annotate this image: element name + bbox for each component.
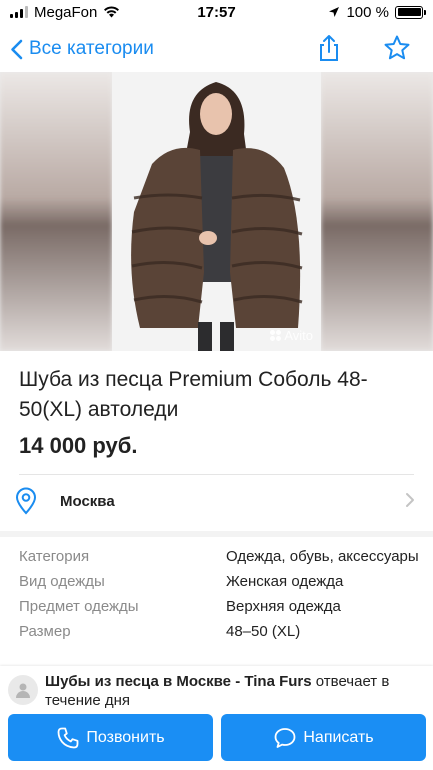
share-button[interactable] <box>315 34 343 62</box>
param-value: 48–50 (XL) <box>226 623 301 640</box>
photo-gallery[interactable]: Avito <box>0 72 433 351</box>
avatar <box>8 675 38 705</box>
param-row: Размер 48–50 (XL) <box>19 621 419 643</box>
clock: 17:57 <box>197 3 236 21</box>
bottom-action-bar: Шубы из песца в Москве - Tina Furs отвеч… <box>0 666 433 770</box>
write-button-label: Написать <box>303 728 374 746</box>
photo-watermark: Avito <box>270 328 313 343</box>
back-label: Все категории <box>29 38 154 59</box>
param-value: Верхняя одежда <box>226 598 341 615</box>
chevron-left-icon <box>11 39 23 59</box>
status-right: 100 % <box>328 3 426 21</box>
param-key: Предмет одежды <box>19 598 139 615</box>
write-button[interactable]: Написать <box>221 714 426 761</box>
status-left: MegaFon <box>10 4 120 21</box>
param-value: Женская одежда <box>226 573 344 590</box>
listing-price: 14 000 руб. <box>19 433 138 458</box>
chat-bubble-icon <box>274 727 296 748</box>
listing-photo[interactable]: Avito <box>112 72 321 351</box>
location-row[interactable]: Москва <box>0 476 433 526</box>
signal-icon <box>10 6 28 18</box>
previous-photo-preview[interactable] <box>0 72 112 351</box>
param-value: Одежда, обувь, аксессуары <box>226 548 419 565</box>
nav-bar: Все категории <box>0 26 433 72</box>
phone-icon <box>57 727 79 748</box>
chevron-right-icon <box>406 493 414 507</box>
seller-name[interactable]: Шубы из песца в Москве - Tina Furs <box>45 673 312 690</box>
battery-icon <box>395 5 426 19</box>
location-arrow-icon <box>329 7 340 17</box>
wifi-icon <box>104 6 120 18</box>
battery-percent: 100 % <box>346 3 389 21</box>
listing-title: Шуба из песца Premium Соболь 48-50(XL) а… <box>19 368 368 421</box>
watermark-text: Avito <box>284 328 313 343</box>
divider <box>19 474 414 475</box>
user-icon <box>16 683 30 698</box>
share-icon <box>320 35 338 61</box>
map-pin-icon <box>15 487 37 515</box>
param-key: Вид одежды <box>19 573 105 590</box>
fur-coat-photo <box>112 72 321 351</box>
param-key: Размер <box>19 623 71 640</box>
location-city: Москва <box>60 492 115 510</box>
seller-text: Шубы из песца в Москве - Tina Furs отвеч… <box>45 672 418 710</box>
carrier-label: MegaFon <box>34 3 98 21</box>
battery-fill <box>397 8 421 16</box>
param-row: Вид одежды Женская одежда <box>19 571 419 593</box>
star-icon <box>384 35 410 60</box>
status-bar: MegaFon 17:57 100 % <box>0 0 433 24</box>
param-key: Категория <box>19 548 90 565</box>
param-row: Категория Одежда, обувь, аксессуары <box>19 546 419 568</box>
call-button-label: Позвонить <box>86 728 165 746</box>
favorite-button[interactable] <box>383 34 411 62</box>
param-row: Предмет одежды Верхняя одежда <box>19 596 419 618</box>
avito-logo-icon <box>270 330 282 341</box>
params-list: Категория Одежда, обувь, аксессуары Вид … <box>19 546 419 646</box>
seller-info[interactable]: Шубы из песца в Москве - Tina Furs отвеч… <box>8 672 418 710</box>
nav-actions <box>315 34 411 62</box>
back-button[interactable]: Все категории <box>10 38 154 60</box>
next-photo-preview[interactable] <box>321 72 433 351</box>
call-button[interactable]: Позвонить <box>8 714 213 761</box>
section-separator <box>0 531 433 537</box>
